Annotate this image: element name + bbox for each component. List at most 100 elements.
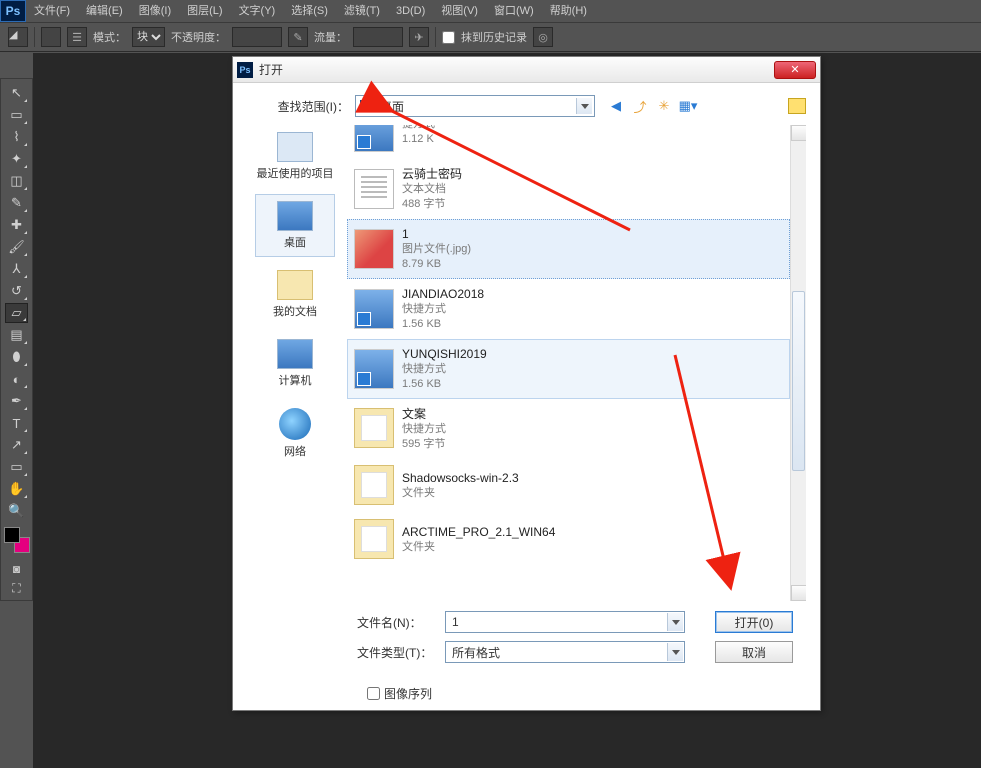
mode-label: 模式： xyxy=(93,29,126,45)
list-item[interactable]: 捷方式 1.12 K xyxy=(347,125,790,159)
history-checkbox[interactable] xyxy=(442,31,455,44)
pressure-opacity-icon[interactable]: ✎ xyxy=(288,27,308,47)
close-button[interactable]: ✕ xyxy=(774,61,816,79)
eraser-tool-icon[interactable]: ▱ xyxy=(5,303,28,323)
chevron-down-icon[interactable] xyxy=(667,643,683,661)
scrollbar[interactable]: ▲ ▼ xyxy=(790,125,806,601)
menu-view[interactable]: 视图(V) xyxy=(433,0,486,22)
pen-tool-icon[interactable]: ✒ xyxy=(5,391,28,411)
zoom-tool-icon[interactable]: 🔍 xyxy=(5,501,28,521)
lookin-select[interactable]: 桌面 xyxy=(355,95,595,117)
shape-tool-icon[interactable]: ▭ xyxy=(5,457,28,477)
eyedropper-tool-icon[interactable]: ✎ xyxy=(5,193,28,213)
place-network[interactable]: 网络 xyxy=(255,401,335,466)
stamp-tool-icon[interactable]: ⅄ xyxy=(5,259,28,279)
menu-file[interactable]: 文件(F) xyxy=(26,0,78,22)
dialog-title: 打开 xyxy=(259,61,283,78)
file-size: 1.56 KB xyxy=(402,317,484,332)
file-list: 捷方式 1.12 K 云骑士密码 文本文档 488 字节 xyxy=(347,125,806,601)
new-folder-icon[interactable]: ✳ xyxy=(655,97,673,115)
sequence-checkbox[interactable] xyxy=(367,687,380,700)
gradient-tool-icon[interactable]: ▤ xyxy=(5,325,28,345)
brush-settings-icon[interactable]: ☰ xyxy=(67,27,87,47)
history-brush-tool-icon[interactable]: ↺ xyxy=(5,281,28,301)
menu-help[interactable]: 帮助(H) xyxy=(542,0,595,22)
network-icon xyxy=(279,408,311,440)
filename-input[interactable]: 1 xyxy=(445,611,685,633)
image-file-icon xyxy=(354,229,394,269)
view-menu-icon[interactable]: ▦▾ xyxy=(679,97,697,115)
back-icon[interactable]: ◀ xyxy=(607,97,625,115)
documents-icon xyxy=(277,270,313,300)
blur-tool-icon[interactable]: ⬮ xyxy=(5,347,28,367)
file-name: JIANDIAO2018 xyxy=(402,286,484,302)
file-type: 快捷方式 xyxy=(402,302,484,317)
dodge-tool-icon[interactable]: ◐ xyxy=(5,369,28,389)
screenmode-icon[interactable]: ⛶ xyxy=(7,580,27,596)
file-type: 快捷方式 xyxy=(402,422,446,437)
move-tool-icon[interactable]: ↖ xyxy=(5,83,28,103)
type-tool-icon[interactable]: T xyxy=(5,413,28,433)
opacity-input[interactable] xyxy=(232,27,282,47)
crop-tool-icon[interactable]: ◫ xyxy=(5,171,28,191)
open-button[interactable]: 打开(0) xyxy=(715,611,793,633)
airbrush-icon[interactable]: ✈ xyxy=(409,27,429,47)
list-item[interactable]: 文案 快捷方式 595 字节 xyxy=(347,399,790,459)
place-label: 最近使用的项目 xyxy=(257,165,334,181)
place-label: 计算机 xyxy=(279,372,312,388)
menu-filter[interactable]: 滤镜(T) xyxy=(336,0,388,22)
quickmask-icon[interactable]: ◙ xyxy=(7,561,27,577)
filetype-select[interactable]: 所有格式 xyxy=(445,641,685,663)
place-documents[interactable]: 我的文档 xyxy=(255,263,335,326)
options-bar: ◢ ☰ 模式： 块 不透明度： ✎ 流量： ✈ 抹到历史记录 ◎ xyxy=(0,22,981,52)
place-label: 网络 xyxy=(284,443,306,459)
cancel-button[interactable]: 取消 xyxy=(715,641,793,663)
toolbox: ↖ ▭ ⌇ ✦ ◫ ✎ ✚ 🖌 ⅄ ↺ ▱ ▤ ⬮ ◐ ✒ T ↗ ▭ ✋ 🔍 … xyxy=(0,78,33,601)
file-size: 488 字节 xyxy=(402,197,462,212)
menu-type[interactable]: 文字(Y) xyxy=(231,0,284,22)
list-item[interactable]: ARCTIME_PRO_2.1_WIN64 文件夹 xyxy=(347,512,790,566)
list-item[interactable]: 1 图片文件(.jpg) 8.79 KB xyxy=(347,219,790,279)
healing-tool-icon[interactable]: ✚ xyxy=(5,215,28,235)
wand-tool-icon[interactable]: ✦ xyxy=(5,149,28,169)
brush-tool-icon[interactable]: 🖌 xyxy=(5,237,28,257)
menu-image[interactable]: 图像(I) xyxy=(131,0,179,22)
menu-layer[interactable]: 图层(L) xyxy=(179,0,230,22)
open-dialog: Ps 打开 ✕ 查找范围(I)： 桌面 ◀ ⤴ ✳ ▦▾ xyxy=(232,56,821,711)
lasso-tool-icon[interactable]: ⌇ xyxy=(5,127,28,147)
file-name: ARCTIME_PRO_2.1_WIN64 xyxy=(402,524,555,540)
mode-select[interactable]: 块 xyxy=(132,27,165,47)
chevron-down-icon[interactable] xyxy=(576,98,592,114)
brush-preview-icon[interactable] xyxy=(41,27,61,47)
foreground-color-swatch[interactable] xyxy=(4,527,20,543)
marquee-tool-icon[interactable]: ▭ xyxy=(5,105,28,125)
file-name: 1 xyxy=(402,226,471,242)
pressure-size-icon[interactable]: ◎ xyxy=(533,27,553,47)
list-item[interactable]: Shadowsocks-win-2.3 文件夹 xyxy=(347,458,790,512)
list-item[interactable]: YUNQISHI2019 快捷方式 1.56 KB xyxy=(347,339,790,399)
scroll-thumb[interactable] xyxy=(792,291,805,471)
file-size: 595 字节 xyxy=(402,437,446,452)
place-recent[interactable]: 最近使用的项目 xyxy=(255,125,335,188)
menu-3d[interactable]: 3D(D) xyxy=(388,0,433,22)
place-computer[interactable]: 计算机 xyxy=(255,332,335,395)
flow-input[interactable] xyxy=(353,27,403,47)
favorite-icon[interactable] xyxy=(788,98,806,114)
place-label: 桌面 xyxy=(284,234,306,250)
scroll-up-icon[interactable]: ▲ xyxy=(791,125,806,141)
up-icon[interactable]: ⤴ xyxy=(631,97,649,115)
list-item[interactable]: 云骑士密码 文本文档 488 字节 xyxy=(347,159,790,219)
chevron-down-icon[interactable] xyxy=(667,613,683,631)
menu-window[interactable]: 窗口(W) xyxy=(486,0,542,22)
tool-preset-icon[interactable]: ◢ xyxy=(8,27,28,47)
shortcut-icon xyxy=(354,349,394,389)
hand-tool-icon[interactable]: ✋ xyxy=(5,479,28,499)
scroll-down-icon[interactable]: ▼ xyxy=(791,585,806,601)
menu-edit[interactable]: 编辑(E) xyxy=(78,0,131,22)
menu-select[interactable]: 选择(S) xyxy=(283,0,336,22)
dialog-titlebar[interactable]: Ps 打开 ✕ xyxy=(233,57,820,83)
place-desktop[interactable]: 桌面 xyxy=(255,194,335,257)
color-swatches[interactable] xyxy=(4,527,30,553)
path-tool-icon[interactable]: ↗ xyxy=(5,435,28,455)
list-item[interactable]: JIANDIAO2018 快捷方式 1.56 KB xyxy=(347,279,790,339)
